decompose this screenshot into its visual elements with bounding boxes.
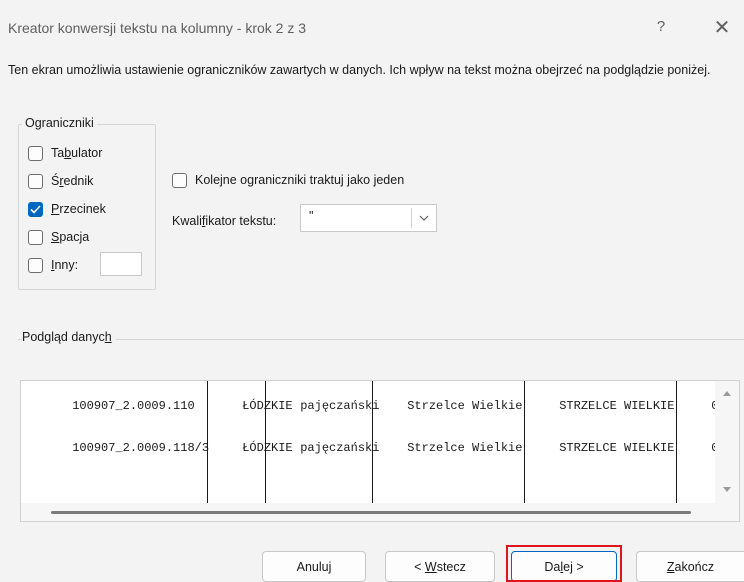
preview-separator: [18, 339, 744, 340]
description-text: Ten ekran umożliwia ustawienie ograniczn…: [8, 63, 711, 77]
chevron-down-icon[interactable]: [417, 211, 431, 225]
close-button[interactable]: ✕: [710, 16, 734, 40]
delimiters-group-label: Ograniczniki: [22, 116, 97, 130]
help-button[interactable]: ?: [651, 18, 671, 40]
finish-button[interactable]: Zakończ: [636, 551, 744, 582]
other-delimiter-input[interactable]: [100, 252, 142, 276]
horizontal-scrollbar[interactable]: [21, 503, 739, 521]
checkbox-comma-row[interactable]: Przecinek: [28, 199, 106, 219]
cancel-button[interactable]: Anuluj: [262, 551, 366, 582]
checkbox-semicolon[interactable]: [28, 173, 43, 189]
consecutive-delimiters-row[interactable]: Kolejne ograniczniki traktuj jako jeden: [172, 170, 404, 190]
combo-separator: [411, 208, 412, 228]
close-icon: ✕: [713, 17, 731, 39]
preview-cell: pajęczański: [300, 441, 380, 455]
preview-cell: 100907_2.0009.110: [72, 399, 195, 413]
checkbox-consecutive[interactable]: [172, 172, 187, 188]
column-break-line[interactable]: [265, 381, 266, 503]
column-break-line[interactable]: [207, 381, 208, 503]
data-preview[interactable]: 100907_2.0009.110 ŁÓDZKIE pajęczański Strze…: [20, 380, 740, 522]
checkbox-other-row[interactable]: Inny:: [28, 255, 78, 275]
preview-cell: ŁÓDZKIE: [242, 399, 293, 413]
checkmark-icon: [30, 204, 41, 214]
checkbox-space-label: Spacja: [51, 230, 90, 244]
back-button[interactable]: < Wstecz: [385, 551, 495, 582]
scroll-up-icon[interactable]: [723, 391, 731, 396]
checkbox-consecutive-label: Kolejne ograniczniki traktuj jako jeden: [195, 173, 405, 187]
preview-table: 100907_2.0009.110 ŁÓDZKIE pajęczański Strze…: [29, 385, 731, 469]
checkbox-tab-row[interactable]: Tabulator: [28, 143, 102, 163]
checkbox-comma-label: Przecinek: [51, 202, 106, 216]
column-break-line[interactable]: [524, 381, 525, 503]
preview-row: 100907_2.0009.110 ŁÓDZKIE pajęczański Strze…: [29, 385, 731, 427]
preview-cell: pajęczański: [300, 399, 380, 413]
preview-cell: ŁÓDZKIE: [242, 441, 293, 455]
preview-cell: STRZELCE WIELKIE: [559, 399, 675, 413]
checkbox-other-label: Inny:: [51, 258, 79, 272]
window-title: Kreator konwersji tekstu na kolumny - kr…: [8, 20, 307, 36]
checkbox-space-row[interactable]: Spacja: [28, 227, 89, 247]
scroll-down-icon[interactable]: [723, 487, 731, 492]
text-qualifier-select[interactable]: ": [300, 204, 437, 232]
column-break-line[interactable]: [372, 381, 373, 503]
preview-cell: STRZELCE WIELKIE: [559, 441, 675, 455]
horizontal-scroll-thumb[interactable]: [51, 511, 691, 514]
preview-label: Podgląd danych: [22, 330, 116, 344]
column-break-line[interactable]: [676, 381, 677, 503]
vertical-scrollbar[interactable]: [715, 381, 739, 503]
preview-cell: Strzelce Wielkie: [407, 441, 523, 455]
checkbox-semicolon-label: Średnik: [51, 174, 94, 188]
preview-cell: Strzelce Wielkie: [407, 399, 523, 413]
checkbox-tab-label: Tabulator: [51, 146, 103, 160]
text-qualifier-label: Kwalifikator tekstu:: [172, 214, 277, 228]
text-qualifier-value: ": [309, 209, 314, 223]
preview-cell: 100907_2.0009.118/3: [72, 441, 210, 455]
checkbox-semicolon-row[interactable]: Średnik: [28, 171, 93, 191]
checkbox-comma[interactable]: [28, 201, 43, 217]
checkbox-tab[interactable]: [28, 145, 43, 161]
checkbox-other[interactable]: [28, 257, 43, 273]
preview-row: 100907_2.0009.118/3 ŁÓDZKIE pajęczański Str…: [29, 427, 731, 469]
next-button-highlight: [506, 545, 622, 582]
checkbox-space[interactable]: [28, 229, 43, 245]
